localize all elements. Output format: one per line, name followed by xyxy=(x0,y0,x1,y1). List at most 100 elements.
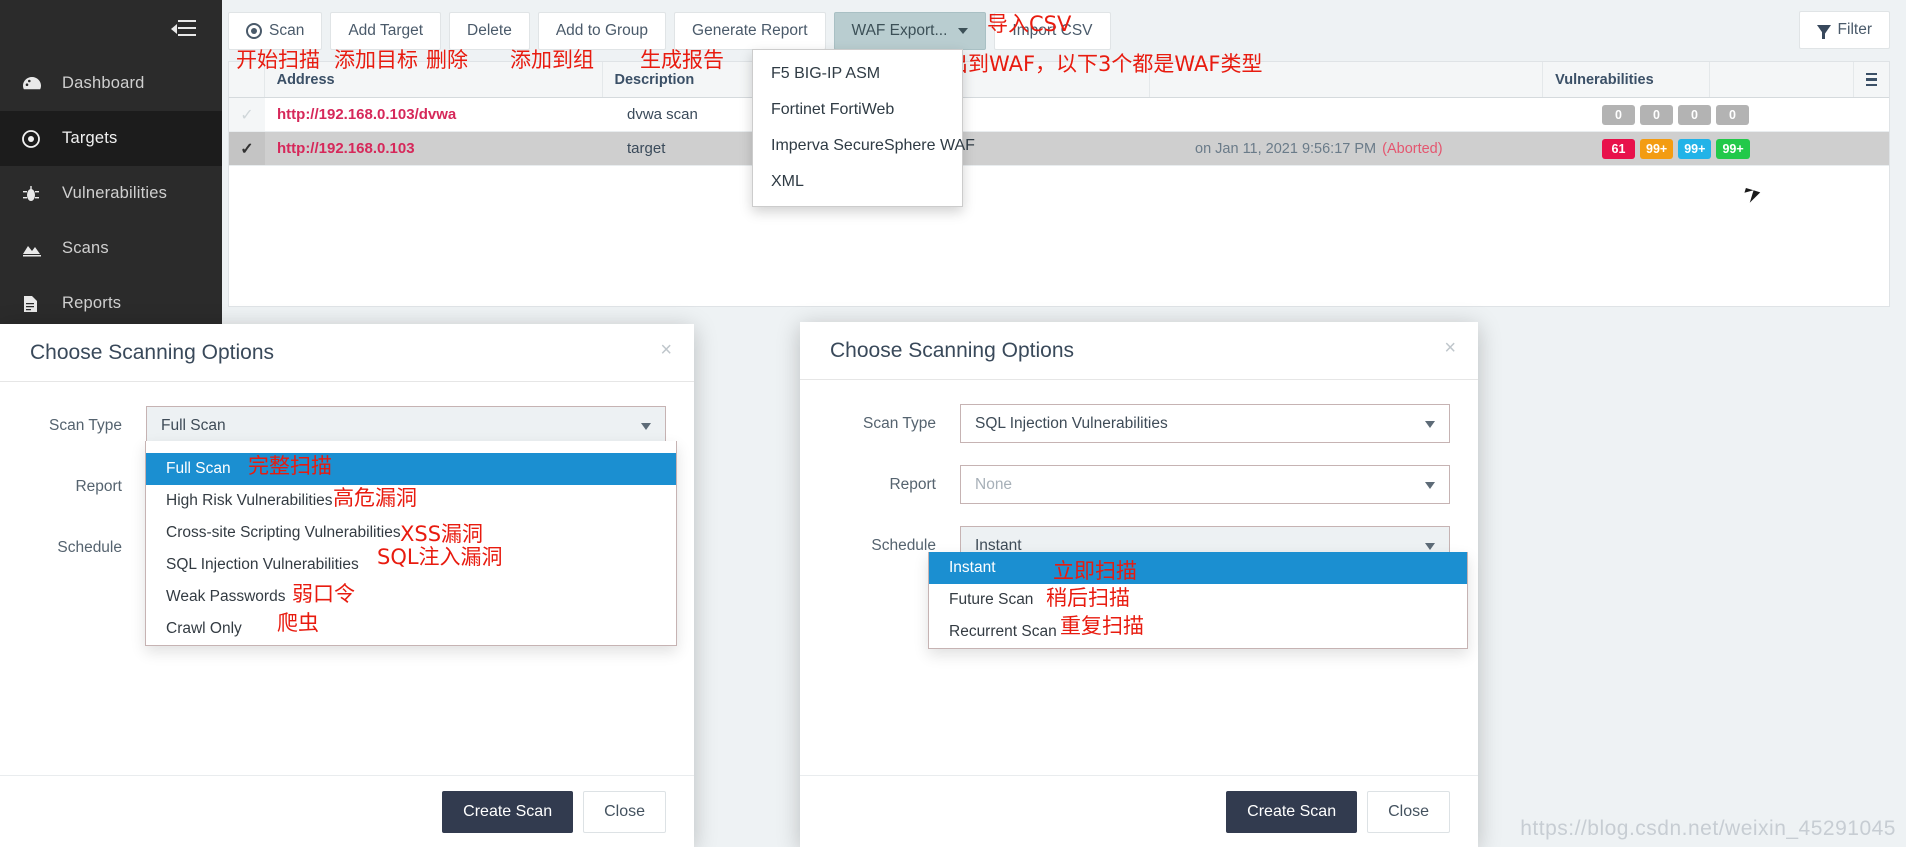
row-checkbox[interactable]: ✓ xyxy=(229,98,265,131)
dialog-footer: Create Scan Close xyxy=(0,775,694,847)
report-label: Report xyxy=(75,477,122,495)
row-status xyxy=(1183,98,1590,131)
vuln-badge-low: 99+ xyxy=(1678,138,1712,159)
scan-type-select[interactable]: Full Scan xyxy=(146,406,666,445)
chevron-down-icon xyxy=(641,423,651,430)
schedule-label: Schedule xyxy=(57,538,122,556)
dialog-title: Choose Scanning Options xyxy=(30,340,274,364)
row-status-text: on Jan 11, 2021 9:56:17 PM xyxy=(1195,140,1377,157)
generate-report-button[interactable]: Generate Report xyxy=(674,11,826,50)
row-address: http://192.168.0.103/dvwa xyxy=(265,98,615,131)
chevron-down-icon xyxy=(958,27,969,34)
sidebar-item-label: Vulnerabilities xyxy=(62,184,168,202)
close-icon[interactable]: × xyxy=(1444,338,1456,358)
target-link[interactable]: http://192.168.0.103 xyxy=(277,140,415,157)
dialog-footer: Create Scan Close xyxy=(800,775,1478,847)
table-header-row: Address Description Vulnerabilities xyxy=(229,62,1889,98)
vuln-badge-low: 0 xyxy=(1678,104,1711,125)
add-to-group-button[interactable]: Add to Group xyxy=(537,11,667,50)
option-full-scan[interactable]: Full Scan xyxy=(146,453,676,485)
report-select[interactable]: None xyxy=(960,465,1450,504)
delete-button[interactable]: Delete xyxy=(449,11,530,50)
scan-button-label: Scan xyxy=(269,21,305,39)
waf-export-button[interactable]: WAF Export... xyxy=(833,11,987,50)
options-spacer xyxy=(146,441,676,453)
row-vulnerabilities: 61 99+ 99+ 99+ xyxy=(1590,132,1762,165)
scan-type-row: Scan Type Full Scan xyxy=(28,406,666,445)
table-row[interactable]: ✓ http://192.168.0.103/dvwa dvwa scan 0 … xyxy=(229,98,1889,132)
chart-icon xyxy=(22,241,52,257)
sidebar-item-label: Targets xyxy=(62,129,118,147)
filter-button[interactable]: Filter xyxy=(1798,11,1890,49)
sidebar-item-scans[interactable]: Scans xyxy=(0,221,222,276)
waf-menu-item-xml[interactable]: XML xyxy=(753,164,962,200)
header-address[interactable]: Address xyxy=(265,62,603,97)
waf-menu-item-imperva[interactable]: Imperva SecureSphere WAF xyxy=(753,128,975,164)
scan-type-value: Full Scan xyxy=(161,416,226,434)
row-checkbox[interactable]: ✓ xyxy=(229,132,265,165)
check-icon: ✓ xyxy=(240,140,254,158)
option-recurrent-scan[interactable]: Recurrent Scan xyxy=(929,616,1467,648)
report-value: None xyxy=(975,475,1013,493)
waf-menu-item-fortinet[interactable]: Fortinet FortiWeb xyxy=(753,92,962,128)
collapse-menu-icon[interactable] xyxy=(171,19,196,37)
waf-export-menu: F5 BIG-IP ASM Fortinet FortiWeb Imperva … xyxy=(752,49,975,207)
close-button[interactable]: Close xyxy=(1367,790,1450,833)
table-menu-icon[interactable] xyxy=(1853,62,1889,97)
option-xss[interactable]: Cross-site Scripting Vulnerabilities xyxy=(146,517,676,549)
option-instant[interactable]: Instant xyxy=(929,552,1467,584)
row-address: http://192.168.0.103 xyxy=(265,132,615,165)
table-row[interactable]: ✓ http://192.168.0.103 target on Jan 11,… xyxy=(229,132,1889,166)
vuln-badge-medium: 0 xyxy=(1640,104,1673,125)
close-button[interactable]: Close xyxy=(583,790,666,833)
dialog-body: Scan Type SQL Injection Vulnerabilities … xyxy=(800,380,1478,565)
vuln-badge-medium: 99+ xyxy=(1640,138,1674,159)
dialog-title: Choose Scanning Options xyxy=(830,338,1074,362)
scan-type-row: Scan Type SQL Injection Vulnerabilities xyxy=(828,404,1450,443)
add-target-button[interactable]: Add Target xyxy=(330,11,442,50)
import-csv-button[interactable]: Import CSV xyxy=(994,11,1111,50)
dialog-header: Choose Scanning Options × xyxy=(800,322,1478,380)
toolbar: Scan Add Target Delete Add to Group Gene… xyxy=(222,0,1906,61)
check-icon: ✓ xyxy=(240,106,254,124)
create-scan-button[interactable]: Create Scan xyxy=(1226,790,1358,833)
targets-table: Address Description Vulnerabilities ✓ ht… xyxy=(228,61,1890,307)
waf-menu-item-f5[interactable]: F5 BIG-IP ASM xyxy=(753,56,962,92)
scanning-options-dialog-left: Choose Scanning Options × Scan Type Full… xyxy=(0,324,694,847)
vuln-badge-high: 61 xyxy=(1602,138,1635,159)
chevron-down-icon xyxy=(1425,543,1435,550)
scan-type-select[interactable]: SQL Injection Vulnerabilities xyxy=(960,404,1450,443)
create-scan-button[interactable]: Create Scan xyxy=(442,790,574,833)
target-link[interactable]: http://192.168.0.103/dvwa xyxy=(277,106,456,123)
option-sql-injection[interactable]: SQL Injection Vulnerabilities xyxy=(146,549,676,581)
option-weak-passwords[interactable]: Weak Passwords xyxy=(146,581,676,613)
filter-icon xyxy=(1816,25,1831,39)
dashboard-icon xyxy=(22,76,52,92)
header-status[interactable] xyxy=(1150,62,1544,97)
option-future-scan[interactable]: Future Scan xyxy=(929,584,1467,616)
sidebar-item-reports[interactable]: Reports xyxy=(0,276,222,331)
scan-type-label: Scan Type xyxy=(49,416,122,434)
target-icon xyxy=(22,129,52,148)
schedule-options-list: Instant Future Scan Recurrent Scan xyxy=(928,552,1468,649)
vuln-badge-info: 99+ xyxy=(1716,138,1750,159)
option-crawl-only[interactable]: Crawl Only xyxy=(146,613,676,645)
select-all-header[interactable] xyxy=(229,62,265,97)
scan-type-value: SQL Injection Vulnerabilities xyxy=(975,414,1168,432)
vuln-badge-info: 0 xyxy=(1716,104,1749,125)
scan-button[interactable]: Scan xyxy=(228,11,323,50)
header-extra xyxy=(1710,62,1853,97)
sidebar-item-dashboard[interactable]: Dashboard xyxy=(0,56,222,111)
header-vulnerabilities[interactable]: Vulnerabilities xyxy=(1543,62,1710,97)
sidebar-item-vulnerabilities[interactable]: Vulnerabilities xyxy=(0,166,222,221)
scan-type-label: Scan Type xyxy=(863,414,936,432)
app-root: Dashboard Targets Vulnerabilities Scans xyxy=(0,0,1906,847)
option-high-risk[interactable]: High Risk Vulnerabilities xyxy=(146,485,676,517)
close-icon[interactable]: × xyxy=(660,340,672,360)
sidebar-toggle-row xyxy=(0,0,222,56)
sidebar-item-label: Dashboard xyxy=(62,74,145,92)
report-row: Report None xyxy=(828,465,1450,504)
chevron-down-icon xyxy=(1425,421,1435,428)
scan-icon xyxy=(246,22,262,39)
sidebar-item-targets[interactable]: Targets xyxy=(0,111,222,166)
